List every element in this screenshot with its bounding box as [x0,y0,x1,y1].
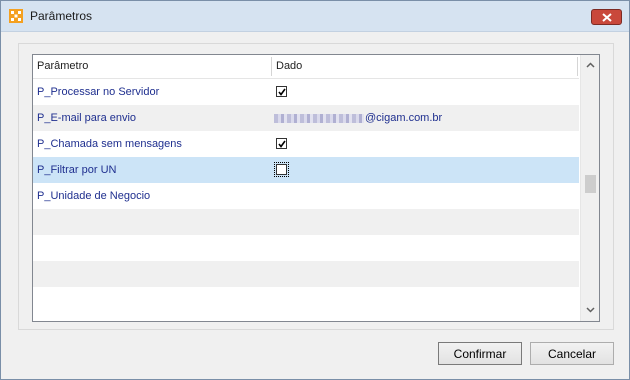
chevron-down-icon [586,307,595,313]
table-row[interactable]: P_Unidade de Negocio [33,183,579,209]
cancel-button[interactable]: Cancelar [530,342,614,365]
table-row[interactable]: P_Processar no Servidor [33,79,579,105]
table-row[interactable]: P_Chamada sem mensagens [33,131,579,157]
checkmark-icon [278,88,286,96]
title-bar[interactable]: Parâmetros [1,1,629,32]
empty-row [33,261,579,287]
parameter-name: P_Filtrar por UN [37,164,117,176]
scrollbar-thumb[interactable] [585,175,596,193]
parameter-name: P_E-mail para envio [37,112,137,124]
window-title: Parâmetros [30,9,93,23]
parameter-name: P_Chamada sem mensagens [37,138,182,150]
column-header-dado[interactable]: Dado [272,55,579,78]
scroll-up-button[interactable] [581,57,599,74]
filtrar-por-un-checkbox[interactable] [274,162,289,177]
grid-header: Parâmetro Dado [33,55,579,79]
scroll-down-button[interactable] [581,301,599,318]
close-button[interactable] [591,9,622,25]
table-row-selected[interactable]: P_Filtrar por UN [33,157,579,183]
checkmark-icon [278,140,286,148]
parametros-dialog: Parâmetros Parâmetro Dado P_Processar no… [0,0,630,380]
app-icon [9,9,23,23]
processar-servidor-checkbox[interactable] [276,86,287,97]
chamada-sem-mensagens-checkbox[interactable] [276,138,287,149]
empty-row [33,235,579,261]
column-header-parametro[interactable]: Parâmetro [33,55,271,78]
empty-row [33,209,579,235]
parameters-grid[interactable]: Parâmetro Dado P_Processar no Servidor P… [32,54,600,322]
parameter-name: P_Unidade de Negocio [37,190,151,202]
column-separator[interactable] [577,57,578,76]
close-icon [602,13,612,22]
empty-row [33,287,579,313]
email-value[interactable]: @cigam.com.br [274,105,442,131]
content-panel: Parâmetro Dado P_Processar no Servidor P… [18,43,614,330]
parameter-name: P_Processar no Servidor [37,86,160,98]
confirm-button[interactable]: Confirmar [438,342,522,365]
redacted-text [274,113,364,123]
vertical-scrollbar[interactable] [580,55,599,321]
table-row[interactable]: P_E-mail para envio @cigam.com.br [33,105,579,131]
chevron-up-icon [586,62,595,68]
